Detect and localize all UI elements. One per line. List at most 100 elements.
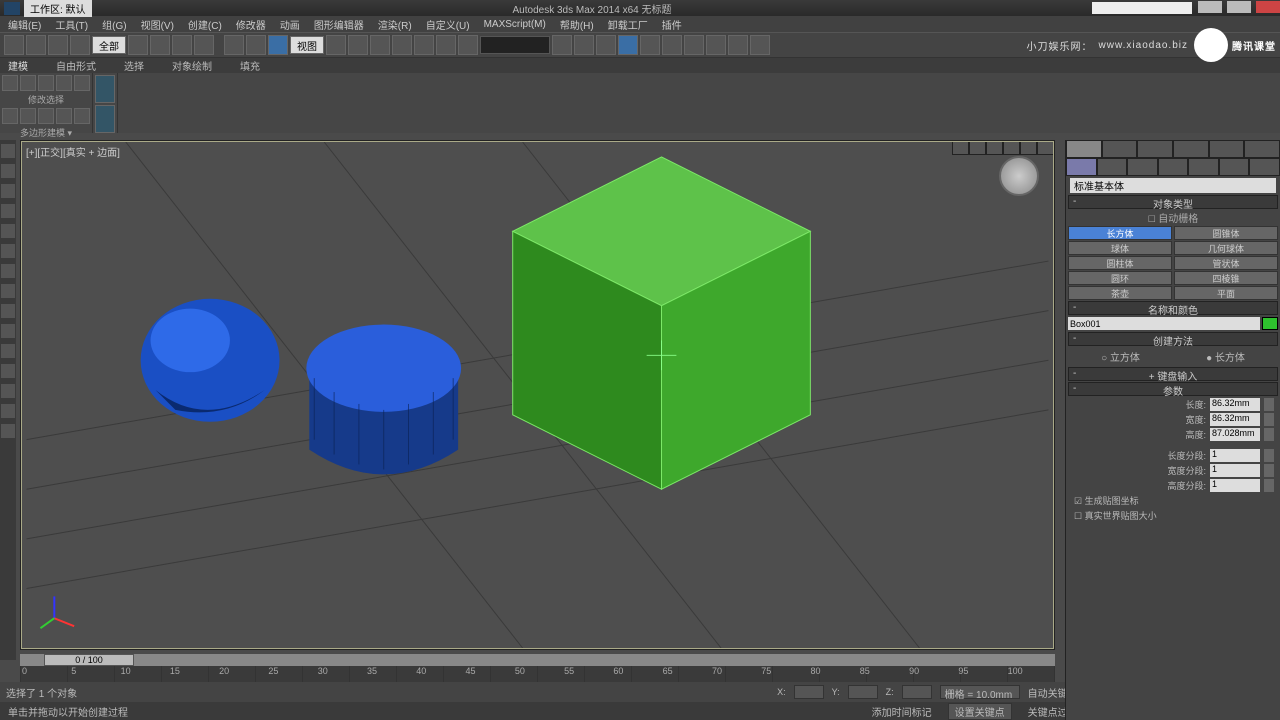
- prim-cone[interactable]: 圆锥体: [1174, 226, 1278, 240]
- selection-filter[interactable]: 全部: [92, 36, 126, 54]
- scene-cylinder[interactable]: [306, 325, 461, 475]
- width-segs-input[interactable]: 1: [1210, 464, 1260, 477]
- menu-edit[interactable]: 编辑(E): [8, 17, 41, 32]
- rollout-creation-method[interactable]: 创建方法: [1068, 332, 1278, 346]
- viewport[interactable]: [+][正交][真实 + 边面]: [21, 141, 1054, 649]
- menu-group[interactable]: 组(G): [102, 17, 126, 32]
- tab-object-paint[interactable]: 对象绘制: [172, 58, 212, 73]
- left-tool-10[interactable]: [1, 324, 15, 338]
- left-tool-8[interactable]: [1, 284, 15, 298]
- undo-button[interactable]: [4, 35, 24, 55]
- prim-tube[interactable]: 管状体: [1174, 256, 1278, 270]
- select-manipulate-button[interactable]: [348, 35, 368, 55]
- coord-z-input[interactable]: [902, 685, 932, 699]
- height-segs-input[interactable]: 1: [1210, 479, 1260, 492]
- snap-toggle[interactable]: [370, 35, 390, 55]
- link-button[interactable]: [48, 35, 68, 55]
- rollout-parameters[interactable]: 参数: [1068, 382, 1278, 396]
- window-crossing-button[interactable]: [194, 35, 214, 55]
- curve-editor-button[interactable]: [640, 35, 660, 55]
- align-button[interactable]: [574, 35, 594, 55]
- gen-mapping-checkbox[interactable]: 生成贴图坐标: [1066, 493, 1280, 508]
- menu-tools[interactable]: 工具(T): [55, 17, 88, 32]
- named-selection-input[interactable]: [480, 36, 550, 54]
- poly-btn-3[interactable]: [38, 75, 54, 91]
- left-tool-15[interactable]: [1, 424, 15, 438]
- poly-btn-1[interactable]: [2, 75, 18, 91]
- hierarchy-tab[interactable]: [1137, 140, 1173, 158]
- shapes-subtab[interactable]: [1097, 158, 1128, 176]
- poly-btn-4[interactable]: [56, 75, 72, 91]
- height-input[interactable]: 87.028mm: [1210, 428, 1260, 441]
- menu-rendering[interactable]: 渲染(R): [378, 17, 412, 32]
- menu-customize[interactable]: 自定义(U): [426, 17, 470, 32]
- coord-y-input[interactable]: [848, 685, 878, 699]
- material-editor-button[interactable]: [684, 35, 704, 55]
- spacewarps-subtab[interactable]: [1219, 158, 1250, 176]
- menu-views[interactable]: 视图(V): [141, 17, 174, 32]
- menu-animation[interactable]: 动画: [280, 17, 300, 32]
- utilities-tab[interactable]: [1244, 140, 1280, 158]
- prim-cylinder[interactable]: 圆柱体: [1068, 256, 1172, 270]
- select-region-button[interactable]: [172, 35, 192, 55]
- width-segs-spinner[interactable]: [1264, 464, 1274, 477]
- poly-sub-2[interactable]: [20, 108, 36, 124]
- length-segs-spinner[interactable]: [1264, 449, 1274, 462]
- rendered-frame-button[interactable]: [728, 35, 748, 55]
- select-by-name-button[interactable]: [150, 35, 170, 55]
- menu-maxscript[interactable]: MAXScript(M): [484, 19, 546, 30]
- category-dropdown[interactable]: 标准基本体: [1070, 178, 1276, 193]
- prim-plane[interactable]: 平面: [1174, 286, 1278, 300]
- length-input[interactable]: 86.32mm: [1210, 398, 1260, 411]
- app-icon[interactable]: [4, 2, 20, 15]
- add-time-tag[interactable]: 添加时间标记: [872, 704, 932, 719]
- viewcube[interactable]: [999, 156, 1039, 196]
- cube-radio[interactable]: ○ 立方体: [1101, 349, 1140, 364]
- ref-coord-system[interactable]: 视图: [290, 36, 324, 54]
- move-button[interactable]: [224, 35, 244, 55]
- vptool-3[interactable]: [986, 141, 1003, 155]
- motion-tab[interactable]: [1173, 140, 1209, 158]
- coord-x-input[interactable]: [794, 685, 824, 699]
- menu-help[interactable]: 帮助(H): [560, 17, 594, 32]
- rollout-name-color[interactable]: 名称和颜色: [1068, 301, 1278, 315]
- percent-snap-toggle[interactable]: [414, 35, 434, 55]
- prim-torus[interactable]: 圆环: [1068, 271, 1172, 285]
- tab-populate[interactable]: 填充: [240, 58, 260, 73]
- left-tool-12[interactable]: [1, 364, 15, 378]
- time-ruler[interactable]: 0510152025303540455055606570758085909510…: [20, 666, 1055, 682]
- systems-subtab[interactable]: [1249, 158, 1280, 176]
- ribbon-big-btn-2[interactable]: [95, 105, 115, 133]
- edit-named-sel-button[interactable]: [458, 35, 478, 55]
- help-search-input[interactable]: [1092, 2, 1192, 14]
- poly-sub-5[interactable]: [74, 108, 90, 124]
- poly-sub-4[interactable]: [56, 108, 72, 124]
- auto-grid-checkbox[interactable]: ☐ 自动栅格: [1066, 210, 1280, 225]
- modify-tab[interactable]: [1102, 140, 1138, 158]
- length-spinner[interactable]: [1264, 398, 1274, 411]
- spinner-snap-toggle[interactable]: [436, 35, 456, 55]
- box-radio[interactable]: ● 长方体: [1206, 349, 1245, 364]
- menu-create[interactable]: 创建(C): [188, 17, 222, 32]
- left-tool-9[interactable]: [1, 304, 15, 318]
- render-setup-button[interactable]: [706, 35, 726, 55]
- layers-button[interactable]: [596, 35, 616, 55]
- vptool-1[interactable]: [952, 141, 969, 155]
- rotate-button[interactable]: [246, 35, 266, 55]
- schematic-view-button[interactable]: [662, 35, 682, 55]
- poly-sub-1[interactable]: [2, 108, 18, 124]
- scale-button[interactable]: [268, 35, 288, 55]
- height-segs-spinner[interactable]: [1264, 479, 1274, 492]
- prim-geosphere[interactable]: 几何球体: [1174, 241, 1278, 255]
- time-slider[interactable]: 0 / 100: [20, 654, 1055, 666]
- poly-btn-5[interactable]: [74, 75, 90, 91]
- mirror-button[interactable]: [552, 35, 572, 55]
- display-tab[interactable]: [1209, 140, 1245, 158]
- maximize-button[interactable]: [1227, 1, 1251, 13]
- left-tool-1[interactable]: [1, 144, 15, 158]
- vptool-2[interactable]: [969, 141, 986, 155]
- height-spinner[interactable]: [1264, 428, 1274, 441]
- tab-selection[interactable]: 选择: [124, 58, 144, 73]
- poly-btn-2[interactable]: [20, 75, 36, 91]
- real-world-checkbox[interactable]: 真实世界贴图大小: [1066, 508, 1280, 523]
